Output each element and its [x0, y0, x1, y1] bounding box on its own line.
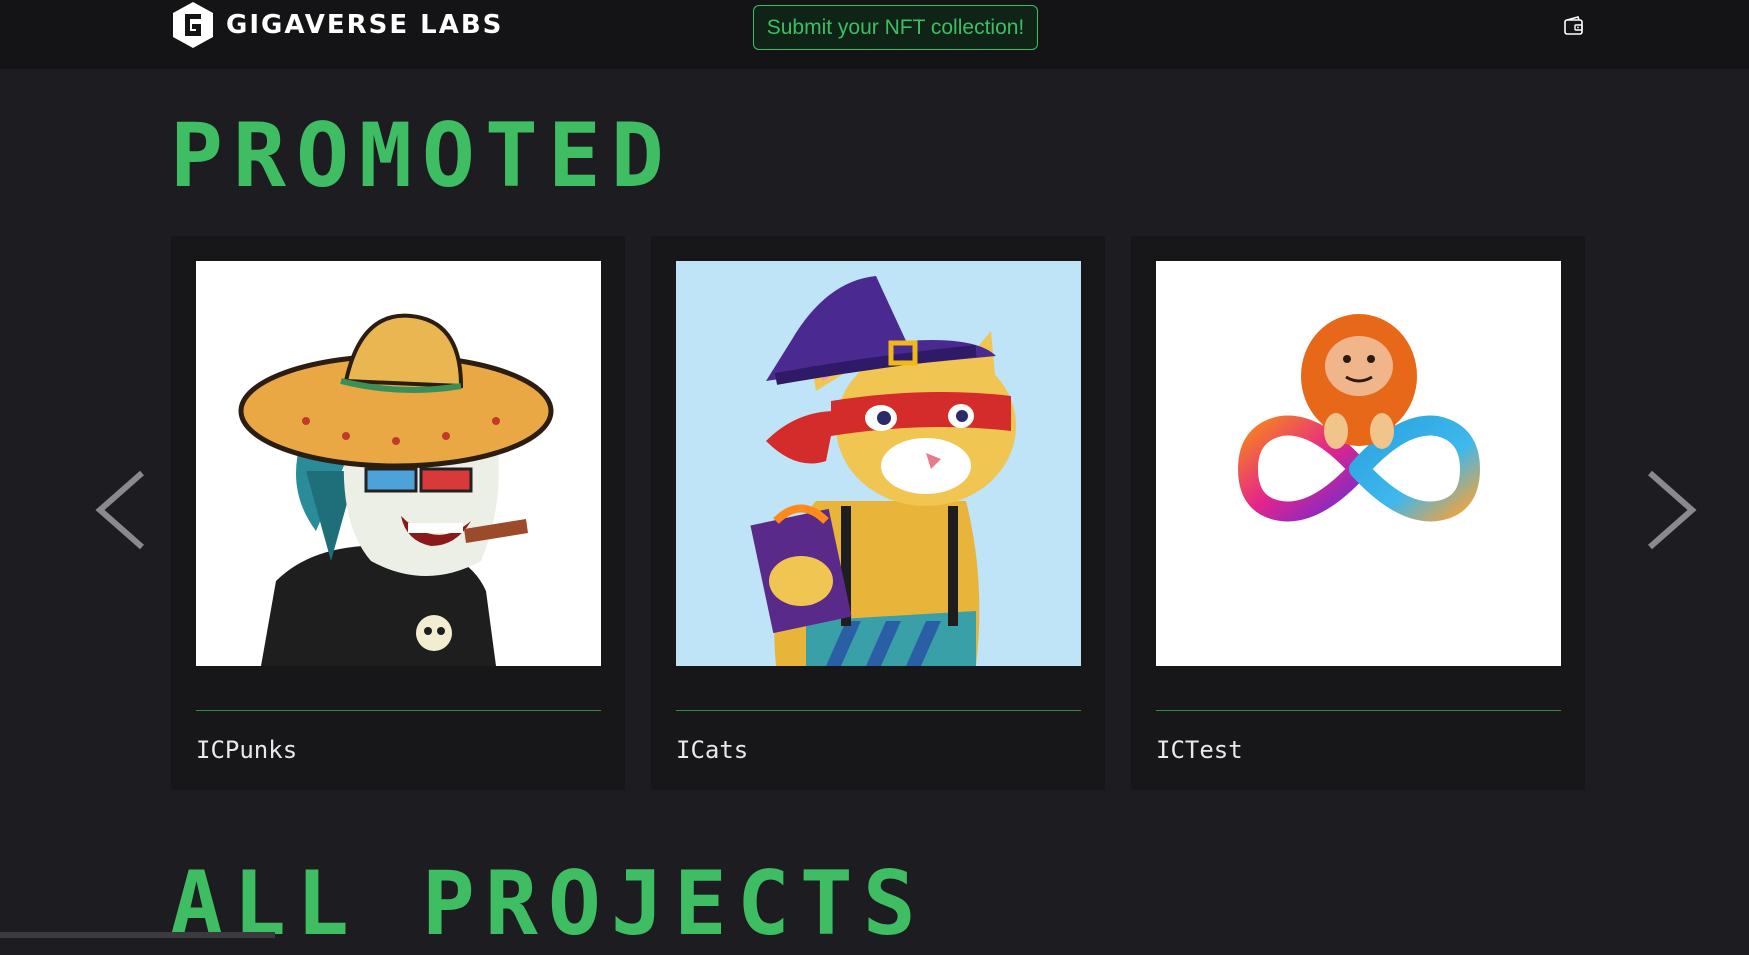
promoted-card[interactable]: ICats: [651, 236, 1105, 790]
collection-name[interactable]: ICats: [676, 736, 748, 764]
gigaverse-logo-icon: [173, 2, 213, 48]
brand-name: GIGAVERSE LABS: [226, 10, 504, 40]
ictest-illustration: [1156, 261, 1561, 666]
card-divider: [1156, 710, 1561, 711]
top-nav: GIGAVERSE LABS Submit your NFT collectio…: [0, 0, 1749, 69]
collection-name[interactable]: ICTest: [1156, 736, 1243, 764]
submit-collection-button[interactable]: Submit your NFT collection!: [753, 5, 1038, 50]
icpunks-image[interactable]: [196, 261, 601, 666]
horizontal-scrollbar[interactable]: [0, 932, 275, 938]
card-divider: [676, 710, 1081, 711]
promoted-heading: PROMOTED: [170, 104, 674, 207]
chevron-left-icon: [95, 470, 144, 550]
carousel-prev-button[interactable]: [92, 465, 152, 555]
icats-illustration: [676, 261, 1081, 666]
brand-logo[interactable]: GIGAVERSE LABS: [170, 0, 503, 50]
wallet-icon: [1564, 16, 1583, 35]
wallet-button[interactable]: [1563, 15, 1585, 37]
card-divider: [196, 710, 601, 711]
promoted-card[interactable]: ICTest: [1131, 236, 1585, 790]
ictest-image[interactable]: [1156, 261, 1561, 666]
icpunks-illustration: [196, 261, 601, 666]
collection-name[interactable]: ICPunks: [196, 736, 297, 764]
all-projects-heading: ALL PROJECTS: [170, 852, 926, 955]
chevron-right-icon: [1648, 470, 1697, 550]
icats-image[interactable]: [676, 261, 1081, 666]
carousel-next-button[interactable]: [1640, 465, 1700, 555]
promoted-card[interactable]: ICPunks: [171, 236, 625, 790]
